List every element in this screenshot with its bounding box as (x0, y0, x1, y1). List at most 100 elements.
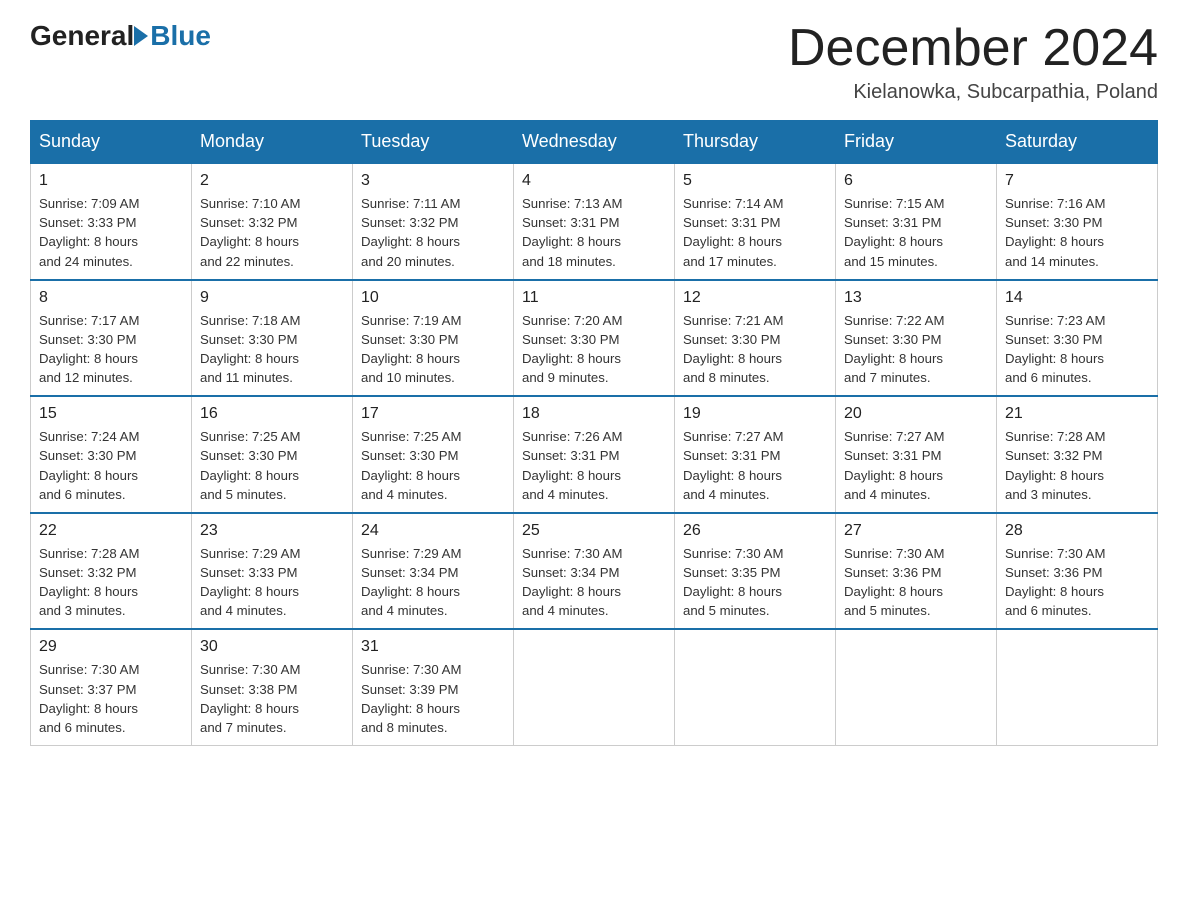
day-info: Sunrise: 7:30 AM Sunset: 3:36 PM Dayligh… (1005, 544, 1149, 621)
calendar-cell: 8 Sunrise: 7:17 AM Sunset: 3:30 PM Daylig… (31, 280, 192, 397)
header-wednesday: Wednesday (514, 121, 675, 164)
calendar-cell: 2Sunrise: 7:10 AM Sunset: 3:32 PM Daylig… (192, 163, 353, 280)
header-thursday: Thursday (675, 121, 836, 164)
calendar-cell: 10Sunrise: 7:19 AM Sunset: 3:30 PM Dayli… (353, 280, 514, 397)
calendar-cell: 28 Sunrise: 7:30 AM Sunset: 3:36 PM Dayli… (997, 513, 1158, 630)
day-info: Sunrise: 7:26 AM Sunset: 3:31 PM Dayligh… (522, 427, 666, 504)
calendar-cell: 17Sunrise: 7:25 AM Sunset: 3:30 PM Dayli… (353, 396, 514, 513)
calendar-cell: 21Sunrise: 7:28 AM Sunset: 3:32 PM Dayli… (997, 396, 1158, 513)
calendar-cell: 18 Sunrise: 7:26 AM Sunset: 3:31 PM Dayli… (514, 396, 675, 513)
day-info: Sunrise: 7:28 AM Sunset: 3:32 PM Dayligh… (39, 544, 183, 621)
calendar-cell: 22 Sunrise: 7:28 AM Sunset: 3:32 PM Dayli… (31, 513, 192, 630)
day-number: 31 (361, 638, 505, 656)
day-number: 1 (39, 172, 183, 190)
calendar-cell: 6Sunrise: 7:15 AM Sunset: 3:31 PM Daylig… (836, 163, 997, 280)
day-info: Sunrise: 7:11 AM Sunset: 3:32 PM Dayligh… (361, 194, 505, 271)
calendar-cell: 24 Sunrise: 7:29 AM Sunset: 3:34 PM Dayli… (353, 513, 514, 630)
day-info: Sunrise: 7:29 AM Sunset: 3:33 PM Dayligh… (200, 544, 344, 621)
day-info: Sunrise: 7:30 AM Sunset: 3:37 PM Dayligh… (39, 660, 183, 737)
day-info: Sunrise: 7:30 AM Sunset: 3:36 PM Dayligh… (844, 544, 988, 621)
day-info: Sunrise: 7:30 AM Sunset: 3:38 PM Dayligh… (200, 660, 344, 737)
calendar-cell: 15 Sunrise: 7:24 AM Sunset: 3:30 PM Dayli… (31, 396, 192, 513)
day-number: 20 (844, 405, 988, 423)
day-info: Sunrise: 7:27 AM Sunset: 3:31 PM Dayligh… (683, 427, 827, 504)
calendar-week-4: 22 Sunrise: 7:28 AM Sunset: 3:32 PM Dayli… (31, 513, 1158, 630)
calendar-cell: 26 Sunrise: 7:30 AM Sunset: 3:35 PM Dayli… (675, 513, 836, 630)
day-info: Sunrise: 7:17 AM Sunset: 3:30 PM Dayligh… (39, 311, 183, 388)
calendar-cell: 3Sunrise: 7:11 AM Sunset: 3:32 PM Daylig… (353, 163, 514, 280)
location: Kielanowka, Subcarpathia, Poland (788, 81, 1158, 104)
day-info: Sunrise: 7:09 AM Sunset: 3:33 PM Dayligh… (39, 194, 183, 271)
calendar-cell: 25Sunrise: 7:30 AM Sunset: 3:34 PM Dayli… (514, 513, 675, 630)
day-number: 6 (844, 172, 988, 190)
logo: General Blue (30, 20, 211, 52)
day-info: Sunrise: 7:16 AM Sunset: 3:30 PM Dayligh… (1005, 194, 1149, 271)
day-number: 8 (39, 289, 183, 307)
day-number: 14 (1005, 289, 1149, 307)
day-info: Sunrise: 7:21 AM Sunset: 3:30 PM Dayligh… (683, 311, 827, 388)
calendar-table: SundayMondayTuesdayWednesdayThursdayFrid… (30, 120, 1158, 746)
day-number: 5 (683, 172, 827, 190)
day-info: Sunrise: 7:23 AM Sunset: 3:30 PM Dayligh… (1005, 311, 1149, 388)
calendar-cell: 11Sunrise: 7:20 AM Sunset: 3:30 PM Dayli… (514, 280, 675, 397)
day-number: 23 (200, 522, 344, 540)
day-number: 22 (39, 522, 183, 540)
day-number: 11 (522, 289, 666, 307)
calendar-cell: 7 Sunrise: 7:16 AM Sunset: 3:30 PM Daylig… (997, 163, 1158, 280)
day-info: Sunrise: 7:18 AM Sunset: 3:30 PM Dayligh… (200, 311, 344, 388)
calendar-cell: 12 Sunrise: 7:21 AM Sunset: 3:30 PM Dayli… (675, 280, 836, 397)
day-info: Sunrise: 7:30 AM Sunset: 3:34 PM Dayligh… (522, 544, 666, 621)
calendar-cell: 27 Sunrise: 7:30 AM Sunset: 3:36 PM Dayli… (836, 513, 997, 630)
calendar-cell (836, 629, 997, 745)
day-info: Sunrise: 7:24 AM Sunset: 3:30 PM Dayligh… (39, 427, 183, 504)
calendar-cell: 30 Sunrise: 7:30 AM Sunset: 3:38 PM Dayli… (192, 629, 353, 745)
day-number: 7 (1005, 172, 1149, 190)
day-number: 2 (200, 172, 344, 190)
logo-blue-part: Blue (134, 20, 211, 52)
calendar-cell (675, 629, 836, 745)
day-number: 21 (1005, 405, 1149, 423)
calendar-header-row: SundayMondayTuesdayWednesdayThursdayFrid… (31, 121, 1158, 164)
calendar-week-2: 8 Sunrise: 7:17 AM Sunset: 3:30 PM Daylig… (31, 280, 1158, 397)
calendar-cell: 29 Sunrise: 7:30 AM Sunset: 3:37 PM Dayli… (31, 629, 192, 745)
calendar-cell (514, 629, 675, 745)
day-info: Sunrise: 7:29 AM Sunset: 3:34 PM Dayligh… (361, 544, 505, 621)
day-number: 15 (39, 405, 183, 423)
day-number: 19 (683, 405, 827, 423)
day-number: 17 (361, 405, 505, 423)
day-info: Sunrise: 7:22 AM Sunset: 3:30 PM Dayligh… (844, 311, 988, 388)
day-number: 4 (522, 172, 666, 190)
day-number: 29 (39, 638, 183, 656)
title-block: December 2024 Kielanowka, Subcarpathia, … (788, 20, 1158, 104)
day-number: 13 (844, 289, 988, 307)
day-number: 30 (200, 638, 344, 656)
day-number: 28 (1005, 522, 1149, 540)
day-number: 16 (200, 405, 344, 423)
header-sunday: Sunday (31, 121, 192, 164)
calendar-cell: 23 Sunrise: 7:29 AM Sunset: 3:33 PM Dayli… (192, 513, 353, 630)
header-monday: Monday (192, 121, 353, 164)
calendar-cell: 20 Sunrise: 7:27 AM Sunset: 3:31 PM Dayli… (836, 396, 997, 513)
day-number: 24 (361, 522, 505, 540)
header-tuesday: Tuesday (353, 121, 514, 164)
calendar-cell: 4Sunrise: 7:13 AM Sunset: 3:31 PM Daylig… (514, 163, 675, 280)
day-info: Sunrise: 7:27 AM Sunset: 3:31 PM Dayligh… (844, 427, 988, 504)
calendar-cell (997, 629, 1158, 745)
day-info: Sunrise: 7:30 AM Sunset: 3:39 PM Dayligh… (361, 660, 505, 737)
day-number: 12 (683, 289, 827, 307)
day-info: Sunrise: 7:14 AM Sunset: 3:31 PM Dayligh… (683, 194, 827, 271)
calendar-cell: 19 Sunrise: 7:27 AM Sunset: 3:31 PM Dayli… (675, 396, 836, 513)
day-number: 9 (200, 289, 344, 307)
calendar-cell: 14 Sunrise: 7:23 AM Sunset: 3:30 PM Dayli… (997, 280, 1158, 397)
day-info: Sunrise: 7:30 AM Sunset: 3:35 PM Dayligh… (683, 544, 827, 621)
day-number: 18 (522, 405, 666, 423)
logo-general-text: General (30, 20, 134, 52)
day-number: 27 (844, 522, 988, 540)
calendar-week-5: 29 Sunrise: 7:30 AM Sunset: 3:37 PM Dayli… (31, 629, 1158, 745)
calendar-week-3: 15 Sunrise: 7:24 AM Sunset: 3:30 PM Dayli… (31, 396, 1158, 513)
day-number: 26 (683, 522, 827, 540)
header-friday: Friday (836, 121, 997, 164)
logo-blue-text: Blue (150, 20, 211, 52)
calendar-cell: 31 Sunrise: 7:30 AM Sunset: 3:39 PM Dayli… (353, 629, 514, 745)
calendar-cell: 5 Sunrise: 7:14 AM Sunset: 3:31 PM Daylig… (675, 163, 836, 280)
